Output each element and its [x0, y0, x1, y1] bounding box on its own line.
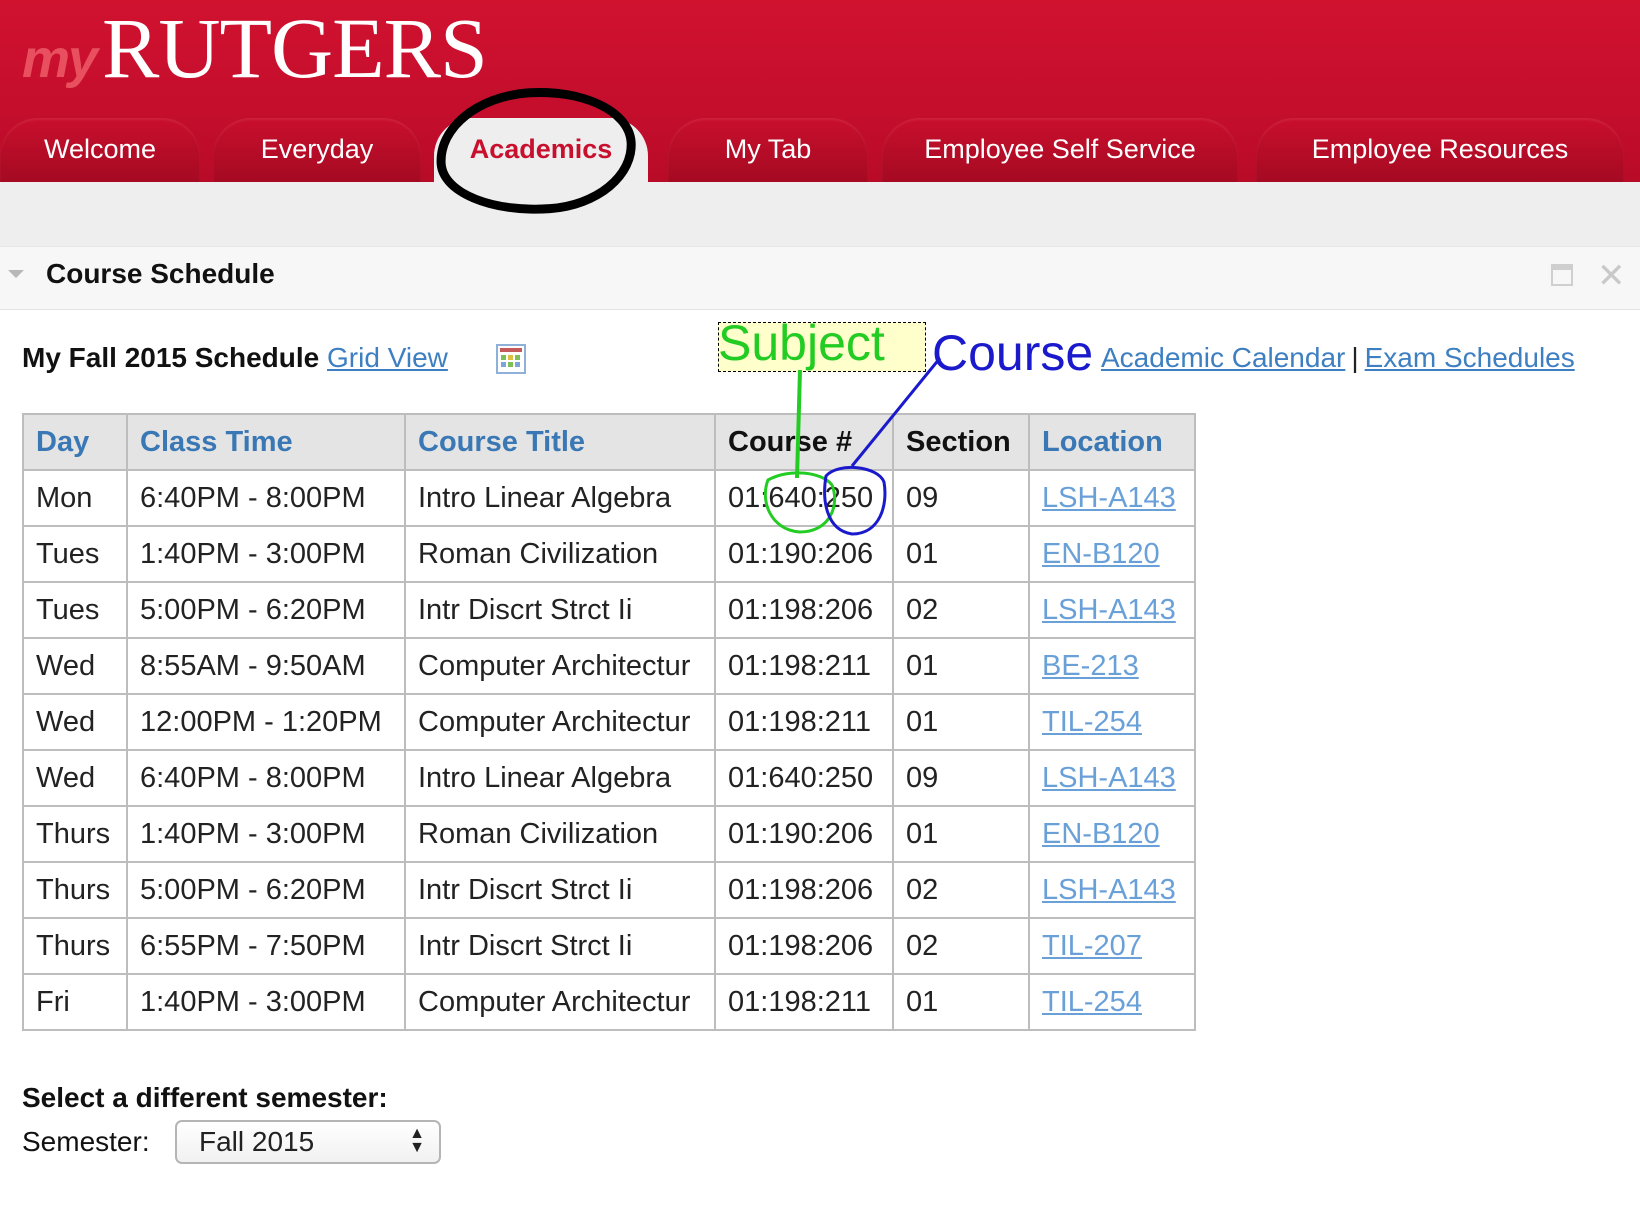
semester-label: Semester:	[22, 1126, 150, 1157]
select-semester-heading: Select a different semester:	[22, 1082, 388, 1113]
annotation-strokes	[763, 357, 942, 536]
subject-pointer-line	[795, 369, 802, 479]
select-arrows-icon: ▲ ▼	[409, 1125, 425, 1156]
course-pointer-line	[850, 357, 942, 467]
semester-select[interactable]: Fall 2015 ▲ ▼	[175, 1120, 441, 1164]
semester-selected-value: Fall 2015	[199, 1126, 315, 1157]
